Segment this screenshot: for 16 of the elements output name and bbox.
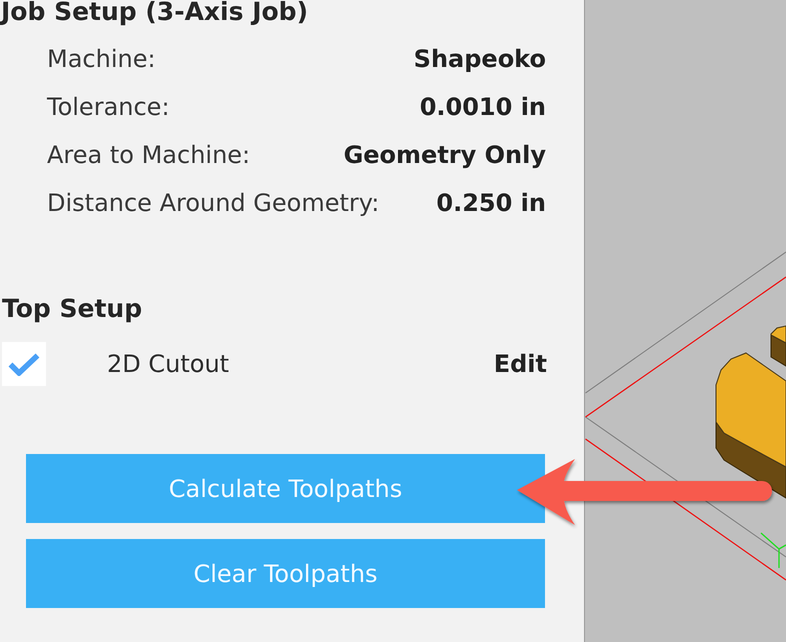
edit-link[interactable]: Edit [494, 350, 547, 378]
setting-value: Shapeoko [414, 45, 546, 73]
setting-label: Distance Around Geometry: [47, 189, 380, 217]
setting-value: 0.0010 in [420, 93, 546, 121]
setting-label: Tolerance: [47, 93, 170, 121]
setting-label: Area to Machine: [47, 141, 250, 169]
action-button[interactable]: Calculate Toolpaths [26, 454, 545, 523]
axis-triad-icon [760, 532, 786, 569]
checkmark-icon [8, 352, 40, 376]
section-title: Top Setup [2, 294, 142, 324]
checkbox[interactable] [2, 342, 46, 386]
operation-name: 2D Cutout [107, 350, 230, 378]
setting-label: Machine: [47, 45, 156, 73]
action-button[interactable]: Clear Toolpaths [26, 539, 545, 608]
setting-value: 0.250 in [436, 189, 546, 217]
setting-value: Geometry Only [344, 141, 546, 169]
